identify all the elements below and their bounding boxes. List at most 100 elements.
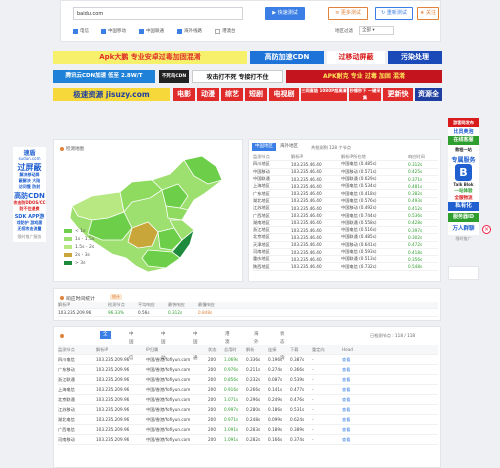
left-ad-line: 防不住退费 xyxy=(19,206,40,211)
region-filter-select[interactable]: 全部 ▾ xyxy=(359,26,394,35)
close-icon[interactable]: × xyxy=(482,225,491,234)
ad-tag-1080p[interactable]: 三网直链 1080P超高清 xyxy=(301,88,347,101)
table-cell: 0.366s xyxy=(290,367,305,372)
legend-swatch xyxy=(64,237,72,241)
table-cell: 0.428s xyxy=(408,220,423,226)
ad-tag-complete[interactable]: 资源全 xyxy=(415,88,442,101)
map-title-icon xyxy=(60,147,64,151)
ad-text: 三网直链 1080P超高清 xyxy=(301,88,347,93)
retest-button[interactable]: ↻ 重新测试 xyxy=(375,7,413,20)
table-cell: 中国/香港/fofiyun.com xyxy=(146,426,191,432)
table-cell: 中国/香港/fofiyun.com xyxy=(146,376,191,382)
view-head-link[interactable]: 查看 xyxy=(342,387,402,393)
ad-tag-collect[interactable]: 秒播秒下 一键采集 xyxy=(349,88,381,101)
view-head-link[interactable]: 查看 xyxy=(342,427,402,433)
table-cell: 0.531s xyxy=(290,407,305,412)
table-cell: 0.232s xyxy=(246,377,261,382)
table-cell: 0.336s xyxy=(246,357,261,362)
checkbox-label: 港澳台 xyxy=(222,29,236,34)
quick-test-button[interactable]: ▶ 快速测试 xyxy=(265,7,305,20)
tab-overseas[interactable]: 海外地区 xyxy=(277,143,301,151)
table-cell: 103.235.209.96 xyxy=(96,417,130,422)
ad-anti-attack[interactable]: 攻击打不死 专接打不住 xyxy=(192,70,283,83)
table-cell: 0.374s xyxy=(290,437,305,442)
follow-button[interactable]: ★ 关注 xyxy=(417,7,439,20)
tab-4[interactable]: 港澳台 xyxy=(222,331,233,353)
view-head-link[interactable]: 查看 xyxy=(342,417,402,423)
stats-badge: 统计 xyxy=(110,294,122,300)
ad-text: 过移动屏蔽 xyxy=(338,53,374,61)
ad-tag-variety[interactable]: 综艺 xyxy=(221,88,243,101)
view-head-link[interactable]: 查看 xyxy=(342,377,402,383)
table-cell: 103.235.46.40 xyxy=(291,169,322,175)
ad-mobile-block[interactable]: 过移动屏蔽 xyxy=(327,51,385,64)
checkbox-hk-tw[interactable]: 港澳台 xyxy=(215,28,236,34)
domain-input[interactable] xyxy=(73,7,243,20)
view-head-link[interactable]: 查看 xyxy=(342,407,402,413)
table-cell: 103.235.46.40 xyxy=(291,205,322,211)
table-cell: 0.274s xyxy=(268,367,283,372)
view-head-link[interactable]: 查看 xyxy=(342,397,402,403)
ad-tag-tv[interactable]: 电视剧 xyxy=(269,88,299,101)
table-row: 陕西地区 103.235.46.40 中国电信 (0.732s) 0.548s xyxy=(253,263,438,271)
follow-label: 关注 xyxy=(426,10,437,16)
right-ad-line: 在线客服 xyxy=(448,136,479,145)
ad-tag-movie[interactable]: 电影 xyxy=(173,88,195,101)
checkbox-checked-icon xyxy=(177,28,182,34)
ad-apk-nike[interactable]: APK耐克 专业 过毒 加固 混淆 xyxy=(286,70,442,83)
ad-cdn-defense[interactable]: 高防加速CDN xyxy=(250,51,324,64)
left-side-ad[interactable]: 速盾 sudun.com 过屏蔽 解决移动屏 蔽解决 大陆 访问慢 防封 高防C… xyxy=(13,147,46,242)
legend-item: 1s - 1.5s xyxy=(64,235,104,243)
legend-item: < 1s xyxy=(64,227,104,235)
ad-phoenix-cdn[interactable]: 不死鸟CDN xyxy=(159,70,189,83)
ad-pollution[interactable]: 污染处理 xyxy=(388,51,442,64)
tab-2[interactable]: 中国移动 xyxy=(158,331,169,361)
tab-1[interactable]: 中国电信 xyxy=(126,331,137,361)
more-test-button[interactable]: ≡ 更多测试 xyxy=(328,7,368,20)
view-head-link[interactable]: 查看 xyxy=(342,437,402,443)
table-cell: 0.099s xyxy=(268,417,283,422)
column-header: 监测节点 xyxy=(58,346,75,352)
side-tool-strip[interactable] xyxy=(448,266,479,280)
ad-tencent-cdn[interactable]: 腾讯云CDN加速 低至 2.8W/T xyxy=(53,70,155,83)
checkbox-unicom[interactable]: 中国联通 xyxy=(139,28,164,34)
table-cell: - xyxy=(312,417,314,422)
table-cell: 中国移动 (0.641s) xyxy=(341,241,377,247)
table-cell: 103.235.209.96 xyxy=(96,357,130,362)
table-row: 浙江地区 103.235.46.40 中国电信 (0.516s) 0.397s xyxy=(253,227,438,235)
ad-apk-dapeng[interactable]: Apk大鹏 专业安卓过毒加固混淆 xyxy=(53,51,247,64)
ad-text: 更新快 xyxy=(387,90,409,98)
table-cell: 103.235.46.40 xyxy=(291,249,322,255)
checkbox-mobile[interactable]: 中国移动 xyxy=(101,28,126,34)
table-cell: 0.087s xyxy=(268,377,283,382)
checkbox-telecom[interactable]: 电信 xyxy=(73,28,89,34)
ad-jisu-resource[interactable]: 极速资源 jisuzy.com xyxy=(53,88,170,101)
tab-6[interactable]: 状态查询 xyxy=(277,331,288,361)
ad-tag-short[interactable]: 短剧 xyxy=(245,88,267,101)
checkbox-checked-icon xyxy=(139,28,144,34)
view-head-link[interactable]: 查看 xyxy=(342,357,402,363)
table-row: 中国联通 103.235.46.40 中国联通 (0.629s) 0.371s xyxy=(253,176,438,184)
column-header: 最慢响应 xyxy=(198,302,215,308)
view-head-link[interactable]: 查看 xyxy=(342,367,402,373)
table-row: 上海电信 103.235.209.96 中国/香港/fofiyun.com 200 0.… xyxy=(58,385,438,395)
table-row: 上海地区 103.235.46.40 中国电信 (0.534s) 0.481s xyxy=(253,183,438,191)
ad-tag-update[interactable]: 更新快 xyxy=(383,88,413,101)
node-summary: 共检测到 128 个节点 xyxy=(311,145,351,150)
tab-0[interactable]: 全部 xyxy=(100,331,111,345)
ad-tag-anime[interactable]: 动漫 xyxy=(197,88,219,101)
table-row: 四川电信 103.235.209.96 中国/香港/fofiyun.com 200 1.… xyxy=(58,355,438,365)
table-row: 河南地区 103.235.46.40 中国电信 (0.593s) 0.418s xyxy=(253,249,438,257)
legend-item: > 3s xyxy=(64,259,104,267)
table-cell: 0.249s xyxy=(268,397,283,402)
tab-5[interactable]: 海外 xyxy=(251,331,262,345)
tab-china[interactable]: 中国地区 xyxy=(252,143,276,151)
checkbox-overseas[interactable]: 海外线路 xyxy=(177,28,202,34)
ad-text: 高防加速CDN xyxy=(264,53,310,61)
table-cell: 上海电信 xyxy=(58,386,75,392)
column-header: 解析IP xyxy=(58,302,71,308)
table-cell: 0.356s xyxy=(408,256,423,262)
tab-3[interactable]: 中国联通 xyxy=(190,331,201,361)
right-side-ad[interactable]: 游客网发布 比员奥泡 在线客服 教程一站 专属服务 B Talk Blok 一站… xyxy=(448,118,479,235)
checkbox-label: 电信 xyxy=(80,29,89,34)
